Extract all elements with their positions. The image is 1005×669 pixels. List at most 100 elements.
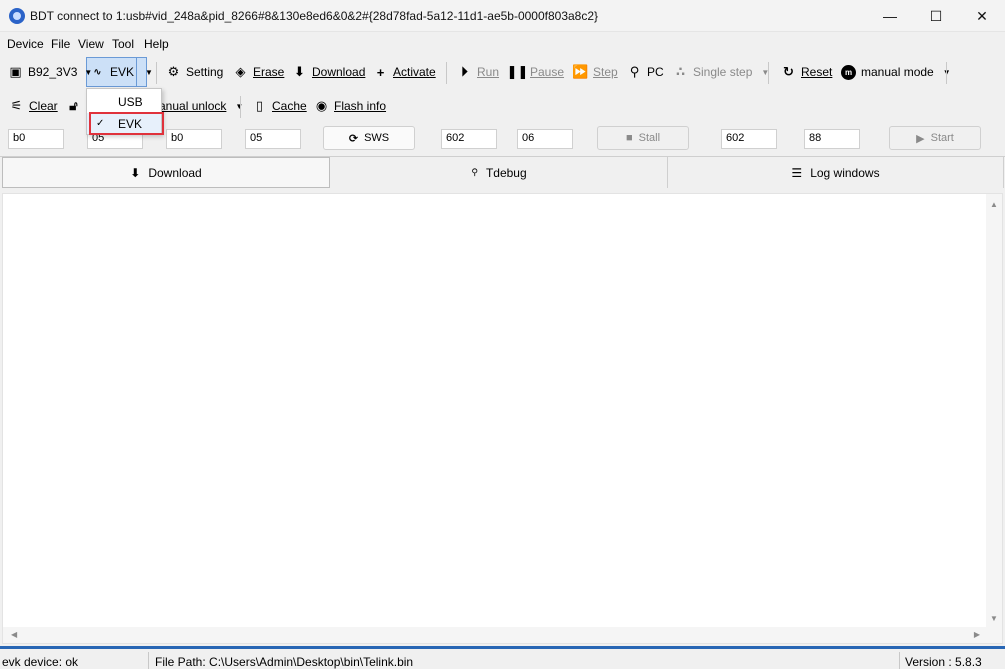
unlock-lock-icon-wrap[interactable]: 🔓︎ [66, 91, 81, 121]
activate-button[interactable]: + Activate [373, 57, 436, 87]
download-label: Download [312, 65, 366, 79]
option-usb-label: USB [118, 94, 143, 109]
mode-icon: m [841, 64, 856, 80]
minimize-button[interactable]: — [867, 0, 913, 32]
menu-file[interactable]: File [51, 37, 70, 51]
flash-info-button[interactable]: ◉ Flash info [314, 91, 386, 121]
param-field-1[interactable]: b0 [8, 129, 64, 149]
window-title: BDT connect to 1:usb#vid_248a&pid_8266#8… [30, 9, 599, 23]
download-button[interactable]: ⬇ Download [292, 57, 365, 87]
play-icon: ⏵ [461, 64, 468, 79]
title-bar: BDT connect to 1:usb#vid_248a&pid_8266#8… [0, 0, 1005, 32]
reset-button[interactable]: ↻ Reset [781, 57, 832, 87]
start-button[interactable]: ▶ Start [889, 126, 981, 150]
interface-label: EVK [110, 65, 135, 79]
run-button[interactable]: ⏵ Run [457, 57, 499, 87]
separator [148, 652, 149, 669]
step-label: Step [593, 65, 618, 79]
chip-select[interactable]: ▣ B92_3V3 ▼ [8, 57, 92, 87]
selection-highlight-box [89, 112, 164, 135]
menu-device[interactable]: Device [7, 37, 44, 51]
setting-button[interactable]: ⚙ Setting [166, 57, 224, 87]
param-field-5[interactable]: 602 [441, 129, 497, 149]
single-step-button[interactable]: ∴ Single step ▼ [673, 57, 769, 87]
mode-select[interactable]: m manual mode ▼ [841, 57, 951, 87]
setting-label: Setting [186, 65, 224, 79]
separator [768, 62, 769, 84]
dropdown-option-usb[interactable]: USB [87, 91, 161, 112]
step-icon: ⏩ [572, 64, 589, 79]
start-label: Start [930, 132, 954, 144]
pause-button[interactable]: ❚❚ Pause [506, 57, 565, 87]
chip-label: B92_3V3 [28, 65, 78, 79]
maximize-button[interactable]: ☐ [913, 0, 959, 32]
manual-unlock-label: anual unlock [159, 99, 227, 113]
erase-button[interactable]: ◈ Erase [233, 57, 285, 87]
version: Version : 5.8.3 [905, 655, 982, 669]
step-button[interactable]: ⏩ Step [572, 57, 618, 87]
sws-label: SWS [364, 132, 390, 144]
flash-info-label: Flash info [334, 99, 387, 113]
stall-button[interactable]: ■ Stall [597, 126, 689, 150]
activate-label: Activate [393, 65, 436, 79]
run-label: Run [477, 65, 500, 79]
sync-icon: ⟳ [348, 132, 359, 145]
clear-button[interactable]: ⚟ Clear [9, 91, 58, 121]
app-icon [9, 8, 25, 24]
signal-icon: ∿ [93, 66, 102, 78]
menu-bar: Device File View Tool Help [0, 33, 1005, 54]
stall-label: Stall [638, 132, 661, 144]
tab-download-label: Download [148, 165, 202, 180]
separator [240, 96, 241, 118]
tab-tdebug[interactable]: ⚲ Tdebug [331, 157, 668, 188]
download-arrow-icon: ⬇ [130, 165, 141, 180]
param-field-8[interactable]: 88 [804, 129, 860, 149]
sd-card-icon: ▯ [255, 98, 264, 113]
pause-label: Pause [530, 65, 565, 79]
stop-icon: ■ [625, 132, 633, 144]
scroll-down-icon[interactable]: ▼ [990, 614, 998, 623]
erase-label: Erase [253, 65, 285, 79]
scroll-left-icon[interactable]: ◀ [11, 630, 17, 639]
scroll-up-icon[interactable]: ▲ [990, 200, 998, 209]
interface-button[interactable]: ∿ EVK ▼ [90, 57, 153, 87]
chip-icon: ▣ [9, 64, 22, 79]
file-path: File Path: C:\Users\Admin\Desktop\bin\Te… [155, 655, 414, 669]
horizontal-scrollbar[interactable]: ◀ ▶ [3, 627, 986, 643]
menu-view[interactable]: View [78, 37, 104, 51]
tab-download[interactable]: ⬇ Download [2, 157, 330, 188]
status-bar: evk device: ok File Path: C:\Users\Admin… [0, 646, 1005, 669]
manual-unlock-button[interactable]: anual unlock ▼ [159, 91, 243, 121]
pause-icon: ❚❚ [506, 64, 529, 79]
param-field-3[interactable]: b0 [166, 129, 222, 149]
download-arrow-icon: ⬇ [294, 64, 305, 79]
device-status: evk device: ok [2, 655, 79, 669]
reset-label: Reset [801, 65, 833, 79]
tab-bar: ⬇ Download ⚲ Tdebug ☰ Log windows [0, 156, 1005, 188]
sws-button[interactable]: ⟳ SWS [323, 126, 415, 150]
footprints-icon: ∴ [675, 64, 686, 79]
tab-log-windows[interactable]: ☰ Log windows [668, 157, 1004, 188]
gear-icon: ⚙ [167, 64, 180, 79]
menu-help[interactable]: Help [144, 37, 169, 51]
vertical-scrollbar[interactable]: ▲ ▼ [986, 194, 1002, 643]
cache-button[interactable]: ▯ Cache [252, 91, 307, 121]
param-field-7[interactable]: 602 [721, 129, 777, 149]
pc-button[interactable]: ⚲ PC [627, 57, 664, 87]
pc-label: PC [647, 65, 664, 79]
param-field-6[interactable]: 06 [517, 129, 573, 149]
lock-icon: 🔓︎ [69, 98, 78, 113]
broom-icon: ⚟ [10, 98, 23, 113]
tab-log-windows-label: Log windows [810, 165, 880, 180]
play-icon: ▶ [916, 132, 925, 145]
plus-icon: + [376, 64, 385, 80]
menu-tool[interactable]: Tool [112, 37, 134, 51]
close-button[interactable]: ✕ [959, 0, 1005, 32]
log-output-area[interactable]: ▲ ▼ ◀ ▶ [2, 193, 1003, 644]
list-icon: ☰ [791, 165, 803, 180]
separator [899, 652, 900, 669]
clear-label: Clear [29, 99, 58, 113]
eraser-icon: ◈ [235, 64, 246, 79]
scroll-right-icon[interactable]: ▶ [974, 630, 980, 639]
param-field-4[interactable]: 05 [245, 129, 301, 149]
